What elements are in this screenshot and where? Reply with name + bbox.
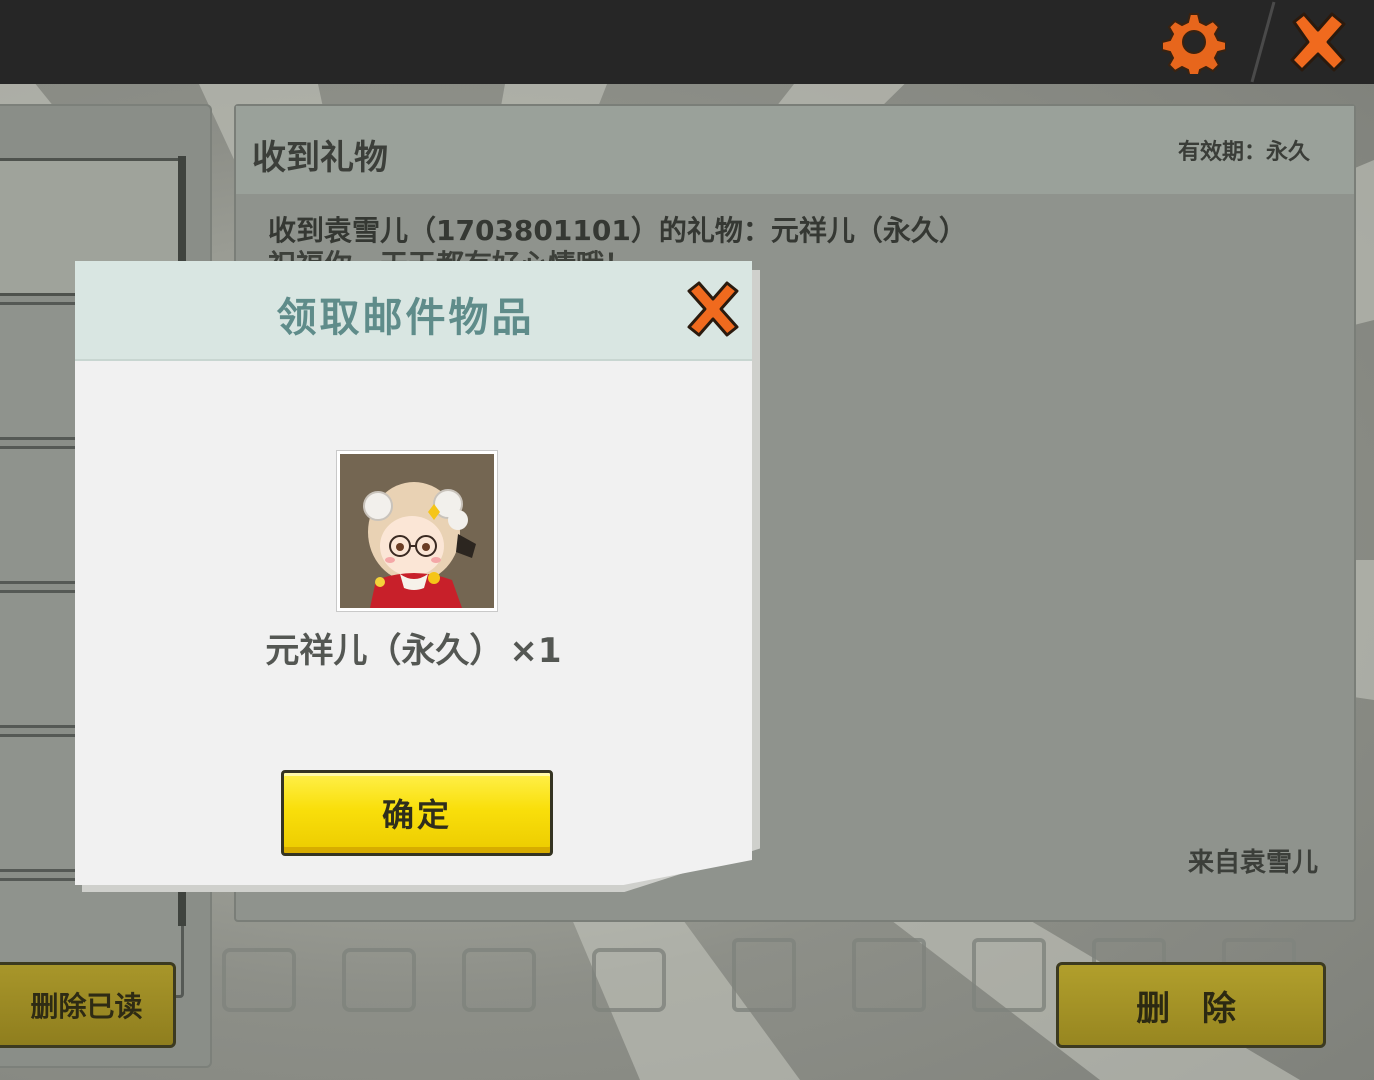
- gear-icon: [1162, 13, 1226, 74]
- confirm-label: 确定: [381, 796, 452, 834]
- close-main-button[interactable]: [1284, 8, 1352, 76]
- item-name: 元祥儿（永久）: [265, 631, 504, 671]
- delete-button[interactable]: 删 除: [1056, 962, 1326, 1048]
- confirm-button[interactable]: 确定: [281, 770, 553, 856]
- settings-button[interactable]: [1160, 8, 1228, 76]
- character-avatar-icon: [340, 454, 494, 608]
- mail-validity: 有效期：永久: [1177, 140, 1310, 165]
- mail-sender: 来自袁雪儿: [1187, 848, 1318, 878]
- close-x-icon: [687, 281, 739, 337]
- top-bar: [0, 0, 1374, 84]
- close-x-icon: [1290, 12, 1346, 72]
- claim-items-dialog: 领取邮件物品 元祥儿（永久） ×1 确定: [75, 261, 752, 885]
- mail-title: 收到礼物: [252, 138, 388, 178]
- delete-read-button[interactable]: 删除已读: [0, 962, 176, 1048]
- delete-read-label: 删除已读: [30, 990, 143, 1023]
- mail-body-line: 收到袁雪儿（1703801101）的礼物：元祥儿（永久）: [268, 214, 967, 247]
- item-quantity: ×1: [509, 631, 562, 671]
- dialog-title: 领取邮件物品: [276, 295, 535, 341]
- dialog-header: 领取邮件物品: [75, 261, 752, 361]
- divider-icon: [1250, 1, 1276, 83]
- item-name-row: 元祥儿（永久） ×1: [75, 623, 752, 672]
- dialog-close-button[interactable]: [683, 277, 743, 341]
- mail-detail-header: 收到礼物 有效期：永久: [236, 106, 1354, 194]
- item-icon: [337, 451, 497, 611]
- delete-label: 删 除: [1136, 988, 1246, 1029]
